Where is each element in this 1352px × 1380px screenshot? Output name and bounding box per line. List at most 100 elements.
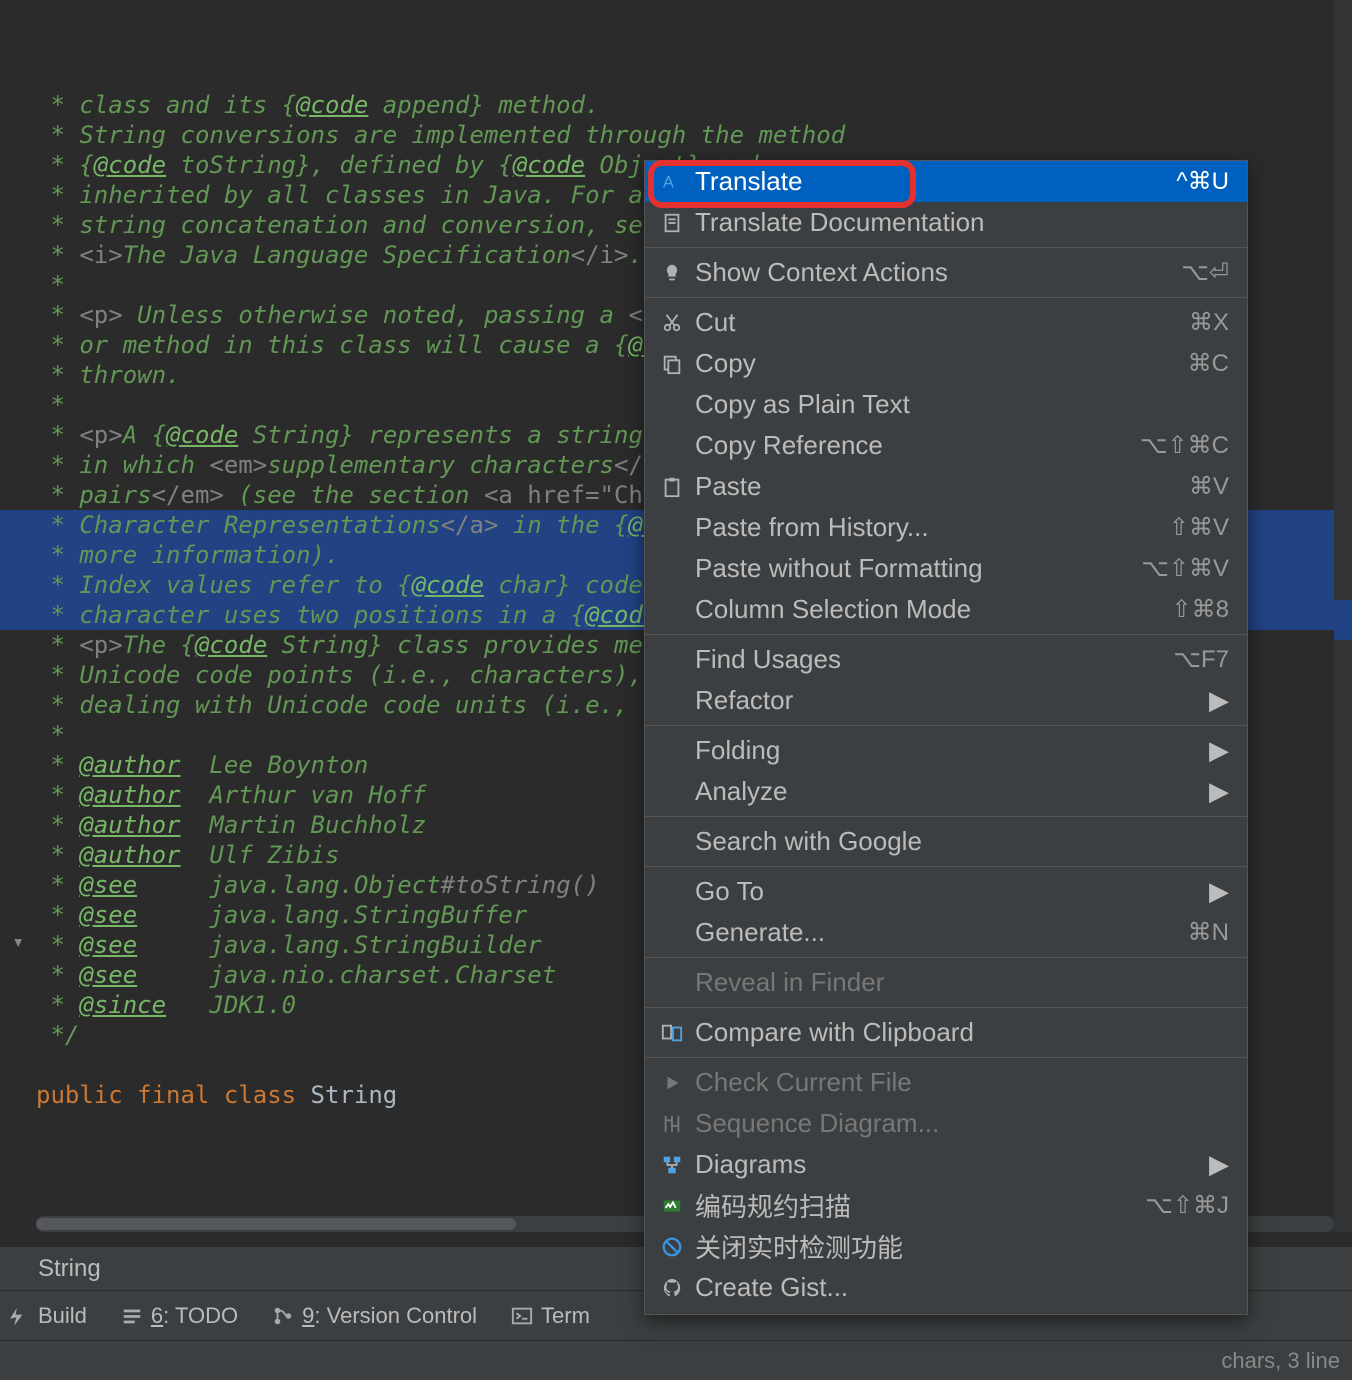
code-line[interactable]: * class and its {@code append} method. <box>36 90 1352 120</box>
todo-tool[interactable]: 6: TODO <box>121 1303 238 1329</box>
menu-item-label: Column Selection Mode <box>687 594 1172 625</box>
menu-item[interactable]: Search with Google <box>645 821 1247 862</box>
menu-item-label: Translate <box>687 166 1176 197</box>
menu-item[interactable]: Copy Reference⌥⇧⌘C <box>645 425 1247 466</box>
menu-item-label: Cut <box>687 307 1189 338</box>
copy-icon <box>657 353 687 375</box>
play-icon <box>657 1072 687 1094</box>
menu-item-shortcut: ⌘X <box>1189 308 1229 337</box>
menu-item-label: Analyze <box>687 776 1209 807</box>
menu-item-shortcut: ⌥⇧⌘V <box>1141 554 1229 583</box>
menu-item[interactable]: Refactor▶ <box>645 680 1247 721</box>
menu-item-label: Compare with Clipboard <box>687 1017 1229 1048</box>
menu-item-label: Folding <box>687 735 1209 766</box>
menu-item[interactable]: Copy⌘C <box>645 343 1247 384</box>
menu-item[interactable]: 关闭实时检测功能 <box>645 1226 1247 1267</box>
diagram-icon <box>657 1154 687 1176</box>
menu-separator <box>645 1007 1247 1008</box>
menu-item-label: Find Usages <box>687 644 1173 675</box>
menu-item-shortcut: ⌘C <box>1188 349 1229 378</box>
menu-item[interactable]: Find Usages⌥F7 <box>645 639 1247 680</box>
menu-item-shortcut: ^⌘U <box>1176 167 1229 196</box>
status-text: chars, 3 line <box>1221 1348 1340 1374</box>
terminal-tool[interactable]: Term <box>511 1303 590 1329</box>
menu-item-label: Show Context Actions <box>687 257 1181 288</box>
menu-item-label: Search with Google <box>687 826 1229 857</box>
paste-icon <box>657 476 687 498</box>
submenu-arrow-icon: ▶ <box>1209 685 1229 716</box>
code-line[interactable]: * String conversions are implemented thr… <box>36 120 1352 150</box>
menu-item[interactable]: A Translate^⌘U <box>645 161 1247 202</box>
menu-item: Check Current File <box>645 1062 1247 1103</box>
menu-item-shortcut: ⌥⏎ <box>1181 258 1229 287</box>
build-tool[interactable]: Build <box>8 1303 87 1329</box>
menu-item-shortcut: ⇧⌘8 <box>1172 595 1229 624</box>
submenu-arrow-icon: ▶ <box>1209 735 1229 766</box>
github-icon <box>657 1277 687 1299</box>
menu-item-shortcut: ⇧⌘V <box>1169 513 1229 542</box>
cut-icon <box>657 312 687 334</box>
translate-icon: A <box>657 171 687 193</box>
menu-item[interactable]: Create Gist... <box>645 1267 1247 1308</box>
menu-item-label: Translate Documentation <box>687 207 1229 238</box>
menu-item[interactable]: Folding▶ <box>645 730 1247 771</box>
menu-separator <box>645 725 1247 726</box>
menu-item[interactable]: Translate Documentation <box>645 202 1247 243</box>
submenu-arrow-icon: ▶ <box>1209 876 1229 907</box>
menu-item-label: Go To <box>687 876 1209 907</box>
menu-item-label: Copy <box>687 348 1188 379</box>
menu-item[interactable]: Go To▶ <box>645 871 1247 912</box>
submenu-arrow-icon: ▶ <box>1209 1149 1229 1180</box>
seq-icon <box>657 1113 687 1135</box>
ban-icon <box>657 1236 687 1258</box>
menu-item[interactable]: Compare with Clipboard <box>645 1012 1247 1053</box>
menu-item-shortcut: ⌘V <box>1189 472 1229 501</box>
compare-icon <box>657 1022 687 1044</box>
scrollbar-thumb[interactable] <box>36 1218 516 1230</box>
menu-item-label: Copy Reference <box>687 430 1140 461</box>
menu-item-label: Sequence Diagram... <box>687 1108 1229 1139</box>
svg-text:A: A <box>663 173 674 191</box>
menu-item-label: Paste <box>687 471 1189 502</box>
menu-item[interactable]: Paste from History...⇧⌘V <box>645 507 1247 548</box>
menu-item[interactable]: Generate...⌘N <box>645 912 1247 953</box>
menu-separator <box>645 634 1247 635</box>
menu-item-label: Diagrams <box>687 1149 1209 1180</box>
menu-item-shortcut: ⌥F7 <box>1173 645 1229 674</box>
menu-item-label: 关闭实时检测功能 <box>687 1228 1229 1265</box>
menu-item-label: Generate... <box>687 917 1188 948</box>
menu-item-label: Refactor <box>687 685 1209 716</box>
menu-item-label: Paste from History... <box>687 512 1169 543</box>
bulb-icon <box>657 262 687 284</box>
menu-item[interactable]: Diagrams▶ <box>645 1144 1247 1185</box>
menu-item: Sequence Diagram... <box>645 1103 1247 1144</box>
scan-icon <box>657 1195 687 1217</box>
menu-item-label: Copy as Plain Text <box>687 389 1229 420</box>
menu-separator <box>645 957 1247 958</box>
vcs-tool[interactable]: 9: Version Control <box>272 1303 477 1329</box>
menu-item-label: Create Gist... <box>687 1272 1229 1303</box>
menu-separator <box>645 866 1247 867</box>
breadcrumb-item[interactable]: String <box>38 1255 101 1282</box>
menu-item[interactable]: Paste⌘V <box>645 466 1247 507</box>
menu-item[interactable]: Column Selection Mode⇧⌘8 <box>645 589 1247 630</box>
submenu-arrow-icon: ▶ <box>1209 776 1229 807</box>
doc-icon <box>657 212 687 234</box>
menu-item[interactable]: Show Context Actions⌥⏎ <box>645 252 1247 293</box>
fold-icon[interactable]: ▸ <box>5 937 35 949</box>
menu-item-label: Reveal in Finder <box>687 967 1229 998</box>
status-bar: chars, 3 line <box>0 1340 1352 1380</box>
menu-item: Reveal in Finder <box>645 962 1247 1003</box>
menu-item-shortcut: ⌘N <box>1188 918 1229 947</box>
menu-item-shortcut: ⌥⇧⌘J <box>1145 1191 1229 1220</box>
menu-item-label: 编码规约扫描 <box>687 1187 1145 1224</box>
menu-item[interactable]: Paste without Formatting⌥⇧⌘V <box>645 548 1247 589</box>
menu-item[interactable]: Analyze▶ <box>645 771 1247 812</box>
menu-item-shortcut: ⌥⇧⌘C <box>1140 431 1229 460</box>
menu-item[interactable]: 编码规约扫描⌥⇧⌘J <box>645 1185 1247 1226</box>
menu-separator <box>645 247 1247 248</box>
context-menu[interactable]: A Translate^⌘U Translate Documentation Show… <box>644 160 1248 1315</box>
menu-item[interactable]: Copy as Plain Text <box>645 384 1247 425</box>
menu-separator <box>645 1057 1247 1058</box>
menu-item[interactable]: Cut⌘X <box>645 302 1247 343</box>
